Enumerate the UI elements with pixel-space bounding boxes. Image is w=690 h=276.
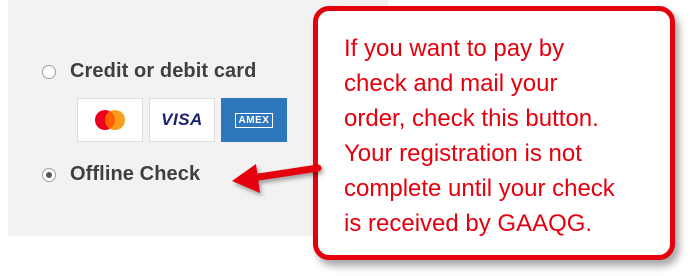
annotation-callout: If you want to pay by check and mail you…	[313, 6, 675, 260]
offline-check-radio[interactable]	[42, 167, 56, 182]
credit-card-radio[interactable]	[42, 64, 56, 79]
credit-card-label: Credit or debit card	[70, 60, 257, 82]
offline-check-option[interactable]: Offline Check	[42, 163, 200, 186]
offline-check-label: Offline Check	[70, 163, 201, 185]
callout-text: If you want to pay by check and mail you…	[344, 35, 615, 237]
credit-card-option[interactable]: Credit or debit card	[42, 60, 256, 83]
card-logos: VISA AMEX	[77, 98, 287, 142]
visa-icon: VISA	[149, 98, 215, 142]
visa-logo-text: VISA	[161, 110, 203, 129]
amex-logo-text: AMEX	[234, 112, 274, 128]
amex-icon: AMEX	[221, 98, 287, 142]
mastercard-icon	[77, 98, 143, 142]
